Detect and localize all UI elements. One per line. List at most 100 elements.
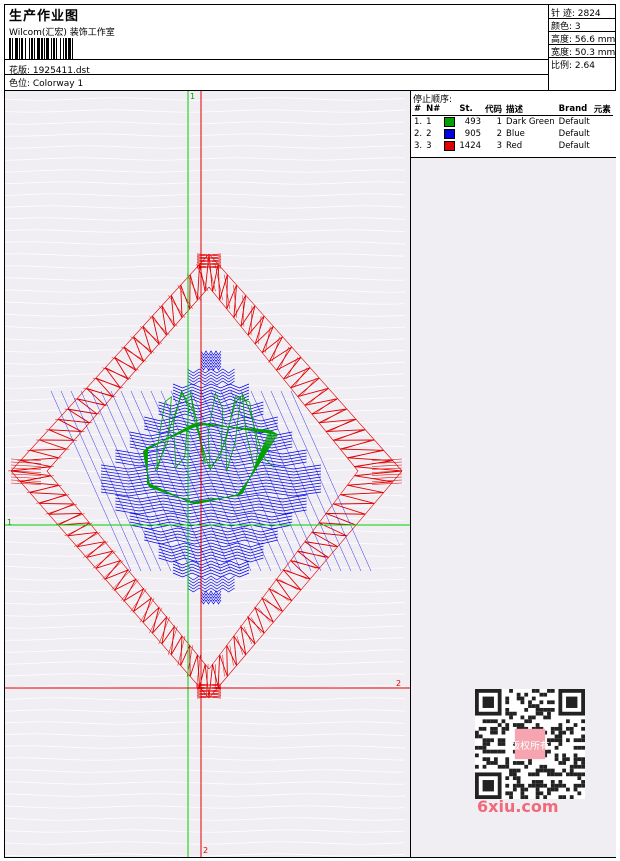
- qr-module: [554, 734, 559, 739]
- qr-module: [562, 730, 567, 735]
- background-texture: [5, 217, 406, 221]
- qr-module: [531, 772, 536, 777]
- qr-module: [535, 787, 540, 792]
- qr-module: [558, 738, 563, 743]
- studio-name: Wilcom(汇宏) 装饰工作室: [9, 28, 115, 38]
- qr-module: [569, 764, 574, 769]
- qr-module: [562, 768, 567, 773]
- qr-module: [512, 768, 517, 773]
- qr-module: [550, 768, 555, 773]
- qr-module: [516, 761, 521, 765]
- blue-fill-stitch: [115, 500, 307, 506]
- qr-module: [505, 726, 510, 731]
- qr-module: [573, 787, 578, 792]
- background-texture: [5, 121, 406, 125]
- qr-module: [528, 783, 532, 788]
- qr-module: [569, 768, 574, 773]
- blue-fill-stitch: [100, 488, 322, 494]
- blue-fill-stitch: [144, 536, 278, 542]
- qr-module: [558, 761, 563, 765]
- qr-module: [486, 761, 491, 765]
- qr-module: [524, 707, 529, 712]
- background-texture: [5, 133, 406, 137]
- red-border-stitch: [205, 664, 209, 699]
- qr-module: [497, 742, 502, 746]
- blue-fill-stitch: [100, 390, 182, 572]
- qr-module: [569, 772, 574, 777]
- qr-module: [558, 734, 563, 739]
- qr-module: [505, 776, 510, 781]
- header-divider: [5, 74, 548, 75]
- qr-module: [558, 780, 563, 784]
- qr-module: [547, 715, 551, 720]
- qr-module: [543, 783, 548, 788]
- qr-module: [520, 696, 525, 701]
- qr-module: [512, 776, 517, 781]
- header-divider: [5, 59, 548, 60]
- col-brand: Brand: [556, 103, 592, 116]
- qr-module: [550, 726, 555, 731]
- qr-module: [475, 745, 479, 750]
- qr-module: [497, 738, 502, 743]
- background-texture: [5, 709, 406, 713]
- qr-module: [531, 783, 536, 788]
- qr-module: [524, 692, 529, 697]
- red-border-stitch: [45, 503, 78, 515]
- qr-module: [516, 776, 521, 781]
- qr-module: [520, 783, 525, 788]
- blue-fill-stitch: [115, 503, 307, 509]
- qr-module: [475, 764, 479, 769]
- stop-sequence-panel: 停止顺序: # N# St. 代码 描述 Brand 元素 1. 1 493 1 Dar…: [411, 91, 616, 158]
- qr-module: [490, 738, 494, 743]
- qr-module: [569, 795, 574, 799]
- qr-module: [573, 772, 578, 777]
- page-title: 生产作业图: [9, 9, 80, 24]
- red-border-stitch: [149, 315, 170, 336]
- background-texture: [5, 745, 406, 749]
- qr-module: [482, 757, 487, 762]
- qr-module: [501, 764, 506, 769]
- qr-module: [581, 738, 585, 743]
- qr-module: [566, 787, 570, 792]
- stats-panel: 针 迹: 2824 颜色: 3 高度: 56.6 mm 宽度: 50.3 mm 比例: …: [548, 5, 616, 90]
- qr-module: [577, 757, 582, 762]
- qr-module: [493, 719, 498, 724]
- qr-module: [493, 749, 498, 754]
- table-cell: Default: [558, 129, 590, 139]
- qr-module: [539, 700, 544, 705]
- green-axis-label-top: 1: [190, 92, 196, 101]
- red-tip-stitch: [10, 461, 42, 464]
- qr-module: [547, 689, 551, 693]
- red-border-stitch: [17, 475, 54, 483]
- background-texture: [5, 805, 406, 809]
- qr-module: [581, 764, 585, 769]
- qr-module: [501, 749, 506, 754]
- background-texture: [5, 781, 406, 785]
- table-row: 1. 1 493 1 Dark Green Default: [412, 116, 613, 129]
- qr-module: [581, 780, 585, 784]
- qr-module: [535, 711, 540, 716]
- col-element: 元素: [591, 103, 613, 116]
- qr-module: [577, 764, 582, 769]
- qr-finder: [482, 780, 494, 792]
- qr-module: [535, 791, 540, 796]
- red-border-stitch: [139, 326, 163, 345]
- qr-module: [569, 726, 574, 731]
- table-cell: 905: [464, 129, 482, 139]
- table-cell: 3.: [414, 141, 423, 151]
- background-texture: [5, 529, 406, 533]
- qr-module: [581, 783, 585, 788]
- qr-module: [566, 719, 570, 724]
- qr-module: [581, 719, 585, 724]
- red-border-outline: [46, 286, 210, 472]
- qr-module: [505, 711, 510, 716]
- red-border-stitch: [177, 284, 193, 310]
- qr-module: [482, 742, 487, 746]
- table-cell: 1: [426, 117, 432, 127]
- qr-module: [558, 742, 563, 746]
- qr-module: [478, 745, 483, 750]
- qr-module: [547, 711, 551, 716]
- color-swatch: [444, 116, 456, 127]
- qr-module: [490, 726, 494, 731]
- qr-module: [539, 711, 544, 716]
